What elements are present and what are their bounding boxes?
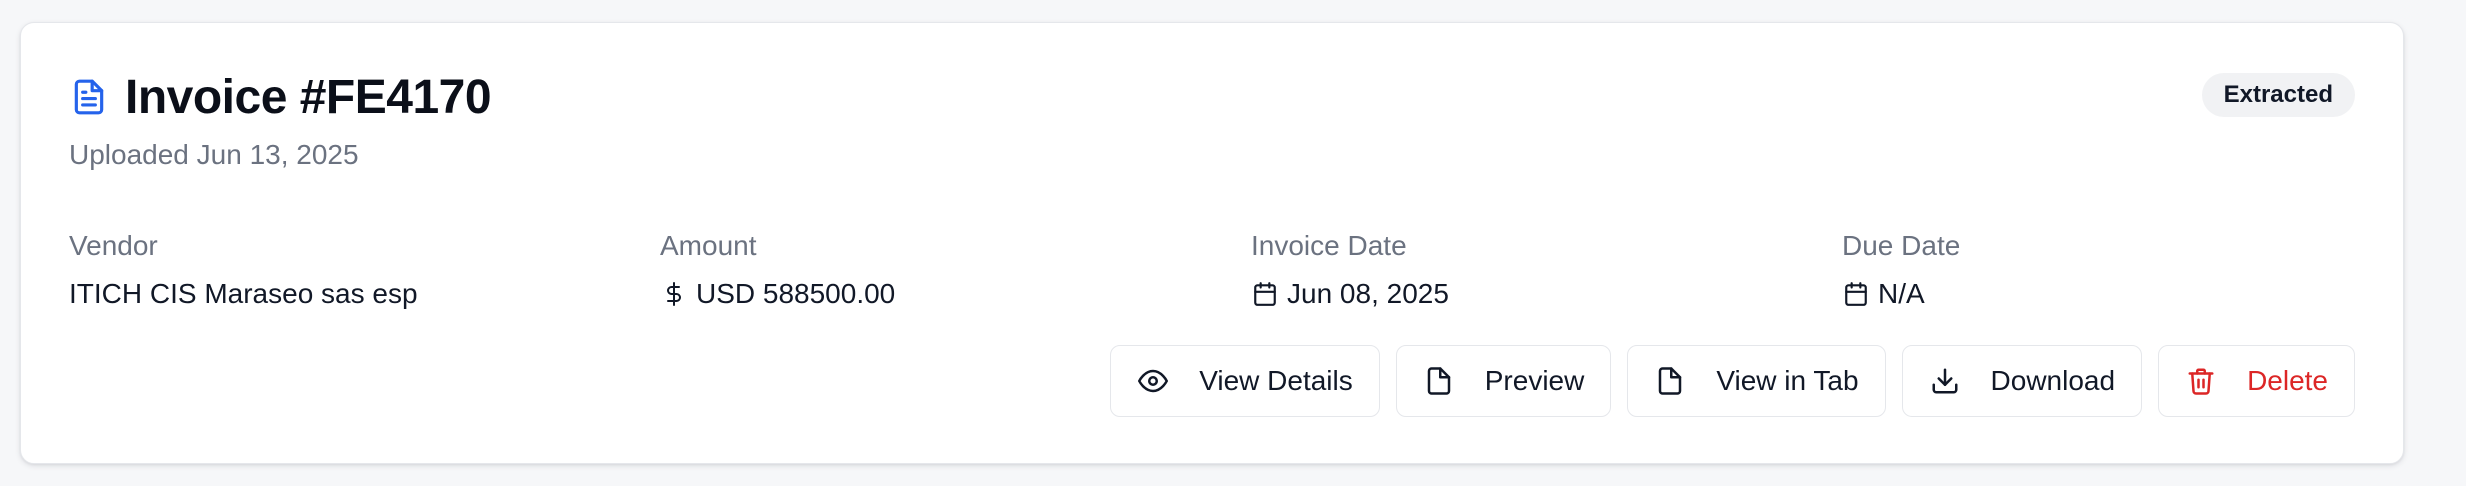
vendor-value-text: ITICH CIS Maraseo sas esp [69,278,418,309]
invoice-card: Invoice #FE4170 Uploaded Jun 13, 2025 Ex… [20,22,2404,464]
calendar-icon [1251,280,1279,308]
invoice-header: Invoice #FE4170 [69,67,492,127]
calendar-icon [1842,280,1870,308]
download-icon [1929,365,1961,397]
status-badge: Extracted [2201,73,2355,117]
download-button[interactable]: Download [1901,345,2143,417]
file-icon [1654,365,1686,397]
action-bar: View Details Preview View in Tab Downloa… [1110,345,2355,417]
due-date-value: N/A [1842,275,1960,313]
page-title: Invoice #FE4170 [125,70,492,124]
delete-button[interactable]: Delete [2158,345,2355,417]
amount-value: USD 588500.00 [660,275,895,313]
view-details-button[interactable]: View Details [1110,345,1380,417]
invoice-date-field: Invoice Date Jun 08, 2025 [1251,227,1449,313]
eye-icon [1137,365,1169,397]
download-label: Download [1990,365,2116,396]
preview-label: Preview [1484,365,1585,396]
upload-date: Uploaded Jun 13, 2025 [69,139,359,170]
due-date-field: Due Date N/A [1842,227,1960,313]
dollar-icon [660,280,688,308]
invoice-date-label: Invoice Date [1251,230,1407,261]
view-in-tab-label: View in Tab [1716,365,1859,396]
preview-button[interactable]: Preview [1395,345,1612,417]
amount-value-text: USD 588500.00 [696,278,896,309]
due-date-value-text: N/A [1878,278,1925,309]
vendor-field: Vendor ITICH CIS Maraseo sas esp [69,227,418,313]
invoice-date-value-text: Jun 08, 2025 [1287,278,1449,309]
due-date-label: Due Date [1842,230,1961,261]
view-in-tab-button[interactable]: View in Tab [1627,345,1886,417]
invoice-date-value: Jun 08, 2025 [1251,275,1449,313]
amount-field: Amount USD 588500.00 [660,227,895,313]
vendor-value: ITICH CIS Maraseo sas esp [69,275,418,313]
amount-label: Amount [660,230,757,261]
view-details-label: View Details [1199,365,1353,396]
delete-label: Delete [2247,365,2328,396]
vendor-label: Vendor [69,230,158,261]
file-icon [1423,365,1455,397]
document-icon [69,77,109,117]
trash-icon [2185,365,2217,397]
